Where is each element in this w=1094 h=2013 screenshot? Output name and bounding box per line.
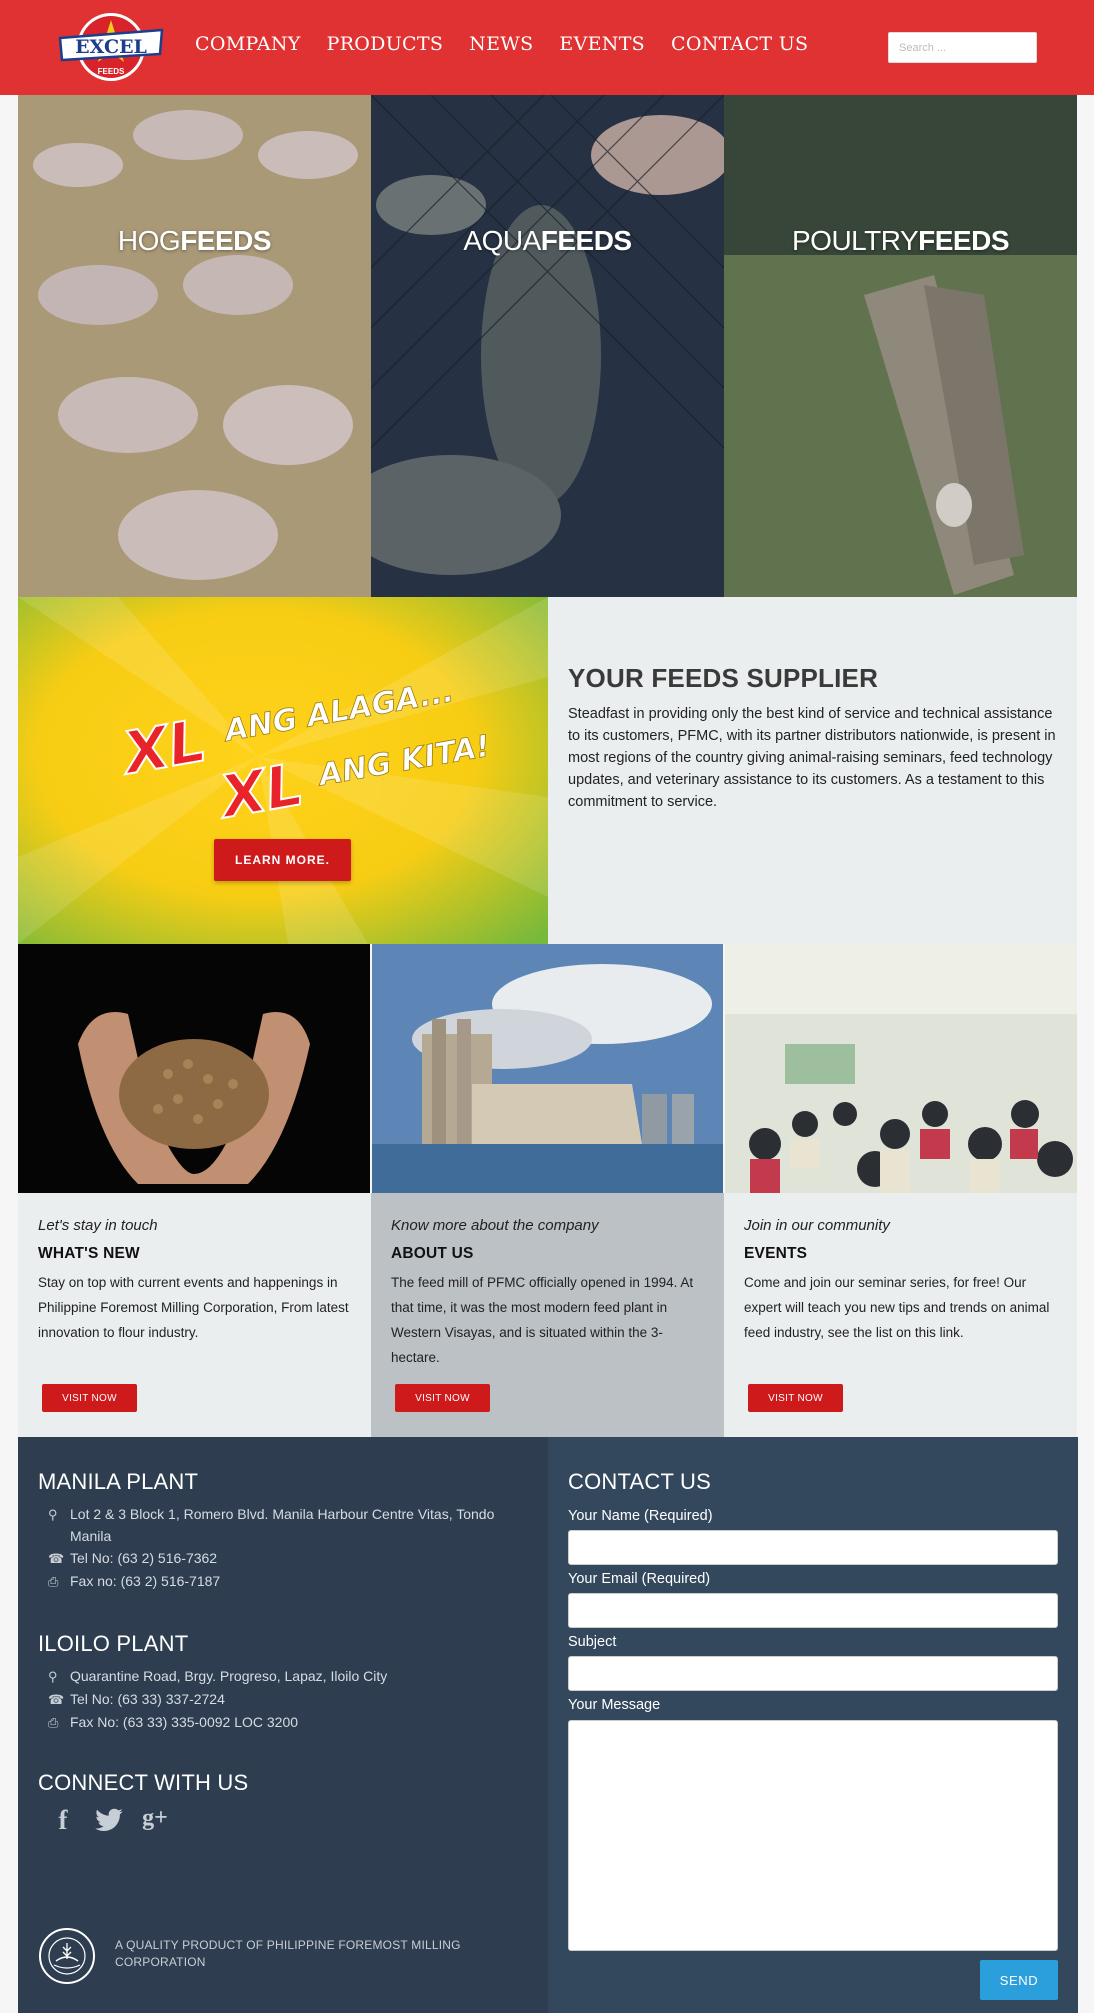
nav-events[interactable]: EVENTS bbox=[559, 33, 645, 55]
promo-banner: XL ANG ALAGA... XL ANG KITA! LEARN MORE. bbox=[18, 597, 548, 944]
pigs-photo bbox=[18, 95, 371, 597]
site-header: EXCEL FEEDS COMPANY PRODUCTS NEWS EVENTS… bbox=[0, 0, 1094, 95]
map-marker-icon: ⚲ bbox=[48, 1507, 58, 1522]
whats-new-card: Let's stay in touch WHAT'S NEW Stay on t… bbox=[18, 1193, 371, 1437]
pfmc-seal-logo bbox=[39, 1928, 95, 1984]
seminar-photo bbox=[725, 944, 1077, 1193]
subject-field[interactable] bbox=[568, 1656, 1058, 1691]
poultry-feeds-title: POULTRYFEEDS bbox=[791, 225, 1010, 256]
visit-now-button[interactable]: VISIT NOW bbox=[42, 1384, 137, 1412]
svg-text:EXCEL: EXCEL bbox=[75, 36, 147, 58]
nav-company[interactable]: COMPANY bbox=[195, 33, 301, 55]
iloilo-fax: Fax No: (63 33) 335-0092 LOC 3200 bbox=[70, 1714, 299, 1730]
visit-now-button[interactable]: VISIT NOW bbox=[395, 1384, 490, 1412]
google-plus-icon[interactable]: g+ bbox=[140, 1805, 170, 1836]
quality-statement: A QUALITY PRODUCT OF PHILIPPINE FOREMOST… bbox=[115, 1938, 461, 1969]
subject-label: Subject bbox=[568, 1634, 617, 1650]
manila-address-block: ⚲ Lot 2 & 3 Block 1, Romero Blvd. Manila … bbox=[48, 1503, 528, 1593]
card-subtitle: Let's stay in touch bbox=[38, 1217, 158, 1234]
seminar-classroom-image bbox=[725, 944, 1077, 1193]
learn-more-button[interactable]: LEARN MORE. bbox=[214, 839, 351, 881]
phone-icon: ☎ bbox=[48, 1551, 65, 1566]
fax-icon: ⎙ bbox=[48, 1574, 59, 1589]
main-nav: COMPANY PRODUCTS NEWS EVENTS CONTACT US bbox=[195, 33, 834, 55]
poultry-feeds-panel[interactable]: POULTRYFEEDS bbox=[724, 95, 1077, 597]
twitter-icon[interactable] bbox=[94, 1805, 124, 1835]
message-field[interactable] bbox=[568, 1720, 1058, 1951]
visit-now-button[interactable]: VISIT NOW bbox=[748, 1384, 843, 1412]
message-label: Your Message bbox=[568, 1697, 661, 1713]
fish-net-photo bbox=[371, 95, 724, 597]
facebook-icon[interactable]: f bbox=[48, 1805, 78, 1836]
manila-tel: Tel No: (63 2) 516-7362 bbox=[70, 1550, 218, 1566]
email-field[interactable] bbox=[568, 1593, 1058, 1628]
contact-title: CONTACT US bbox=[568, 1469, 711, 1494]
contact-form: CONTACT US Your Name (Required) Your Ema… bbox=[548, 1437, 1078, 2013]
about-us-card: Know more about the company ABOUT US The… bbox=[371, 1193, 724, 1437]
feed-pellets-photo bbox=[18, 944, 370, 1193]
card-title: ABOUT US bbox=[391, 1245, 474, 1262]
nav-news[interactable]: NEWS bbox=[469, 33, 533, 55]
connect-title: CONNECT WITH US bbox=[38, 1770, 249, 1795]
nav-products[interactable]: PRODUCTS bbox=[327, 33, 444, 55]
manila-fax: Fax no: (63 2) 516-7187 bbox=[70, 1573, 221, 1589]
hog-feeds-title: HOGFEEDS bbox=[117, 225, 272, 256]
card-subtitle: Join in our community bbox=[744, 1217, 890, 1234]
svg-text:FEEDS: FEEDS bbox=[98, 67, 125, 76]
fax-icon: ⎙ bbox=[48, 1715, 59, 1730]
hands-pellets-image bbox=[78, 1012, 310, 1184]
iloilo-plant-title: ILOILO PLANT bbox=[38, 1631, 189, 1656]
poultry-farm-photo bbox=[724, 95, 1077, 597]
sunburst-background: XL ANG ALAGA... XL ANG KITA! bbox=[18, 597, 548, 944]
feed-mill-photo bbox=[372, 944, 723, 1193]
name-label: Your Name (Required) bbox=[568, 1508, 713, 1524]
name-field[interactable] bbox=[568, 1530, 1058, 1565]
search-input[interactable] bbox=[888, 32, 1037, 63]
hog-feeds-panel[interactable]: HOGFEEDS bbox=[18, 95, 371, 597]
card-subtitle: Know more about the company bbox=[391, 1217, 599, 1234]
card-title: EVENTS bbox=[744, 1245, 808, 1262]
excel-feeds-logo[interactable]: EXCEL FEEDS bbox=[56, 8, 166, 86]
manila-address: Lot 2 & 3 Block 1, Romero Blvd. Manila H… bbox=[70, 1506, 495, 1544]
social-links: f g+ bbox=[48, 1805, 170, 1836]
iloilo-address: Quarantine Road, Brgy. Progreso, Lapaz, … bbox=[70, 1668, 388, 1684]
card-body: The feed mill of PFMC officially opened … bbox=[391, 1275, 694, 1365]
supplier-description: Steadfast in providing only the best kin… bbox=[568, 706, 1056, 810]
manila-plant-title: MANILA PLANT bbox=[38, 1469, 199, 1494]
iloilo-tel: Tel No: (63 33) 337-2724 bbox=[70, 1691, 225, 1707]
feeds-supplier-section: YOUR FEEDS SUPPLIER Steadfast in providi… bbox=[548, 597, 1077, 944]
map-marker-icon: ⚲ bbox=[48, 1669, 58, 1684]
nav-contact-us[interactable]: CONTACT US bbox=[671, 33, 808, 55]
phone-icon: ☎ bbox=[48, 1692, 65, 1707]
email-label: Your Email (Required) bbox=[568, 1571, 711, 1587]
svg-text:XL: XL bbox=[213, 750, 308, 832]
svg-text:XL: XL bbox=[116, 706, 211, 788]
aqua-feeds-panel[interactable]: AQUAFEEDS bbox=[371, 95, 724, 597]
footer-plants: MANILA PLANT ⚲ Lot 2 & 3 Block 1, Romero … bbox=[18, 1437, 548, 2013]
send-button[interactable]: SEND bbox=[980, 1960, 1058, 2000]
events-card: Join in our community EVENTS Come and jo… bbox=[724, 1193, 1077, 1437]
supplier-title: YOUR FEEDS SUPPLIER bbox=[568, 663, 879, 693]
card-title: WHAT'S NEW bbox=[38, 1245, 140, 1262]
aqua-feeds-title: AQUAFEEDS bbox=[463, 225, 632, 256]
iloilo-address-block: ⚲ Quarantine Road, Brgy. Progreso, Lapaz,… bbox=[48, 1665, 528, 1734]
card-body: Stay on top with current events and happ… bbox=[38, 1275, 349, 1340]
card-body: Come and join our seminar series, for fr… bbox=[744, 1275, 1050, 1340]
feed-mill-image bbox=[372, 944, 723, 1193]
